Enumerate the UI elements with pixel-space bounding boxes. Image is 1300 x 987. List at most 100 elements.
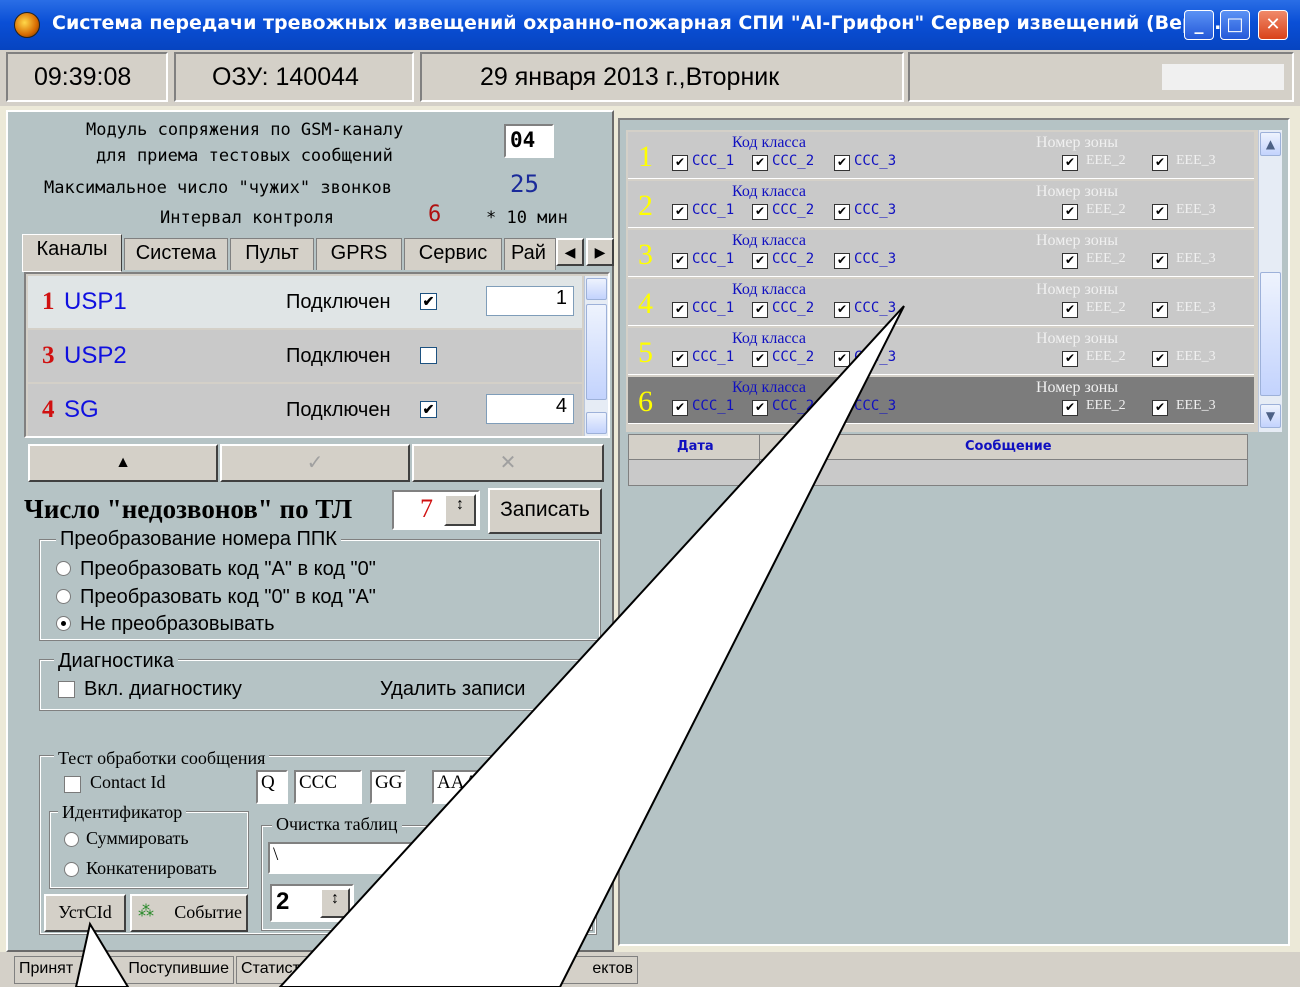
class-code-checkbox[interactable]: ✔ xyxy=(752,204,768,220)
tab-scroll-left-button[interactable]: ◀ xyxy=(556,238,584,266)
scroll-down-button[interactable] xyxy=(586,412,607,434)
cancel-button[interactable]: ✕ xyxy=(412,444,604,482)
zone-row[interactable]: 1 Код класса Номер зоны ✔ CCC_1 ✔ CCC_2 ✔ CCC_3 ✔… xyxy=(628,132,1254,179)
set-cid-button[interactable]: УстCId xyxy=(44,894,126,932)
channel-connected-checkbox[interactable]: ✔ xyxy=(420,293,437,310)
zone-checkbox[interactable]: ✔ xyxy=(1152,253,1168,269)
title-bar[interactable]: Система передачи тревожных извещений охр… xyxy=(0,0,1300,50)
zone-row[interactable]: 3 Код класса Номер зоны ✔ CCC_1 ✔ CCC_2 ✔ CCC_3 ✔… xyxy=(628,230,1254,277)
missed-calls-spinner[interactable]: 7 ↕ xyxy=(392,490,480,530)
tab-objects[interactable]: ектов xyxy=(456,956,638,984)
radio-convert-0-to-a[interactable] xyxy=(56,589,71,604)
zone-checkbox[interactable]: ✔ xyxy=(1152,204,1168,220)
tab-statistics[interactable]: Статистика xyxy=(236,956,344,984)
zone-checkbox[interactable]: ✔ xyxy=(1152,155,1168,171)
scroll-thumb[interactable] xyxy=(1260,272,1281,396)
spin-updown-icon[interactable]: ↕ xyxy=(444,494,476,526)
radio-no-conversion[interactable] xyxy=(56,616,71,631)
zone-checkbox[interactable]: ✔ xyxy=(1062,351,1078,367)
messages-grid-row[interactable] xyxy=(628,460,1248,486)
class-code-checkbox[interactable]: ✔ xyxy=(752,400,768,416)
radio-concatenate[interactable] xyxy=(64,862,79,877)
zone-checkbox[interactable]: ✔ xyxy=(1062,204,1078,220)
tab-region[interactable]: Рай xyxy=(504,238,556,270)
zone-checkbox[interactable]: ✔ xyxy=(1152,400,1168,416)
channel-row[interactable]: 4 SG Подключен ✔ 4 xyxy=(28,384,582,436)
zones-scrollbar[interactable]: ▲ ▼ xyxy=(1258,130,1282,432)
zone-checkbox[interactable]: ✔ xyxy=(1062,253,1078,269)
channel-value-field[interactable]: 1 xyxy=(486,286,574,316)
tab-scroll-right-button[interactable]: ▶ xyxy=(586,238,614,266)
close-button[interactable]: ✕ xyxy=(1258,10,1288,40)
app-icon[interactable] xyxy=(14,12,40,38)
apply-button[interactable]: ✓ xyxy=(220,444,410,482)
test-field-ccc[interactable]: CCC xyxy=(294,770,362,804)
test-field-q[interactable]: Q xyxy=(256,770,288,804)
zone-checkbox[interactable]: ✔ xyxy=(1152,302,1168,318)
tab-system[interactable]: Система xyxy=(124,238,228,270)
minimize-button[interactable]: _ xyxy=(1184,10,1214,40)
class-code-checkbox[interactable]: ✔ xyxy=(834,351,850,367)
enable-diagnostics-checkbox[interactable] xyxy=(58,681,75,698)
clear-button[interactable]: ✂ Очи xyxy=(390,882,590,926)
class-code-checkbox[interactable]: ✔ xyxy=(752,302,768,318)
class-code-checkbox[interactable]: ✔ xyxy=(834,400,850,416)
channel-connected-checkbox[interactable] xyxy=(420,347,437,364)
test-field-eee[interactable]: EEE xyxy=(520,770,588,804)
zone-checkbox[interactable]: ✔ xyxy=(1062,155,1078,171)
tab-incoming[interactable]: Поступившие xyxy=(106,956,234,984)
maximize-button[interactable]: □ xyxy=(1220,10,1250,40)
tab-console[interactable]: Пульт xyxy=(230,238,314,270)
tab-settings[interactable]: Настройки xyxy=(346,953,454,987)
tab-service[interactable]: Сервис xyxy=(404,238,502,270)
class-code-checkbox[interactable]: ✔ xyxy=(672,253,688,269)
zone-row[interactable]: 2 Код класса Номер зоны ✔ CCC_1 ✔ CCC_2 ✔ CCC_3 ✔… xyxy=(628,181,1254,228)
interval-value[interactable]: 6 xyxy=(428,202,441,227)
zone-checkbox[interactable]: ✔ xyxy=(1062,400,1078,416)
clear-count-spinner[interactable]: 2 ↕ xyxy=(270,884,354,922)
spin-updown-icon[interactable]: ↕ xyxy=(320,888,350,918)
class-code-checkbox[interactable]: ✔ xyxy=(672,351,688,367)
class-code-checkbox[interactable]: ✔ xyxy=(834,302,850,318)
class-code-checkbox[interactable]: ✔ xyxy=(672,155,688,171)
test-field-gg[interactable]: GG xyxy=(370,770,406,804)
save-button[interactable]: Записать xyxy=(488,488,602,534)
max-calls-value[interactable]: 25 xyxy=(510,170,539,198)
channel-connected-checkbox[interactable]: ✔ xyxy=(420,401,437,418)
tab-received[interactable]: Принят xyxy=(14,956,106,984)
class-code-checkbox[interactable]: ✔ xyxy=(672,400,688,416)
scroll-down-button[interactable]: ▼ xyxy=(1260,404,1281,428)
class-code-checkbox[interactable]: ✔ xyxy=(672,302,688,318)
class-code-checkbox[interactable]: ✔ xyxy=(752,253,768,269)
contact-id-checkbox[interactable] xyxy=(64,776,81,793)
scroll-up-button[interactable]: ▲ xyxy=(1260,132,1281,156)
channel-value-field[interactable]: 4 xyxy=(486,394,574,424)
radio-sum[interactable] xyxy=(64,832,79,847)
class-code-checkbox[interactable]: ✔ xyxy=(752,351,768,367)
zone-row[interactable]: 6 Код класса Номер зоны ✔ CCC_1 ✔ CCC_2 ✔ CCC_3 ✔… xyxy=(628,377,1254,424)
scroll-up-button[interactable] xyxy=(586,278,607,300)
class-code-checkbox[interactable]: ✔ xyxy=(834,155,850,171)
radio-convert-a-to-0[interactable] xyxy=(56,561,71,576)
class-code-checkbox[interactable]: ✔ xyxy=(834,204,850,220)
channel-row[interactable]: 3 USP2 Подключен xyxy=(28,330,582,382)
zone-checkbox[interactable]: ✔ xyxy=(1062,302,1078,318)
class-code-checkbox[interactable]: ✔ xyxy=(752,155,768,171)
move-up-button[interactable]: ▲ xyxy=(28,444,218,482)
tab-gprs[interactable]: GPRS xyxy=(316,238,402,270)
channel-row[interactable]: 1 USP1 Подключен ✔ 1 xyxy=(28,276,582,328)
tab-channels[interactable]: Каналы xyxy=(22,234,122,272)
event-button[interactable]: ⁂ Событие xyxy=(130,894,248,932)
scroll-thumb[interactable] xyxy=(586,304,607,400)
delete-records-button[interactable]: Удалить записи xyxy=(380,678,525,701)
clear-path-field[interactable]: \ xyxy=(268,842,588,874)
class-code-checkbox[interactable]: ✔ xyxy=(834,253,850,269)
gsm-module-value[interactable]: 04 xyxy=(504,124,554,158)
test-field-aaaa[interactable]: AAAA xyxy=(432,770,514,804)
zone-checkbox[interactable]: ✔ xyxy=(1152,351,1168,367)
channels-scrollbar[interactable] xyxy=(584,276,608,436)
class-code-checkbox[interactable]: ✔ xyxy=(672,204,688,220)
zone-row[interactable]: 4 Код класса Номер зоны ✔ CCC_1 ✔ CCC_2 ✔ CCC_3 ✔… xyxy=(628,279,1254,326)
zone-text: EEE_3 xyxy=(1176,349,1216,364)
zone-row[interactable]: 5 Код класса Номер зоны ✔ CCC_1 ✔ CCC_2 ✔ CCC_3 ✔… xyxy=(628,328,1254,375)
